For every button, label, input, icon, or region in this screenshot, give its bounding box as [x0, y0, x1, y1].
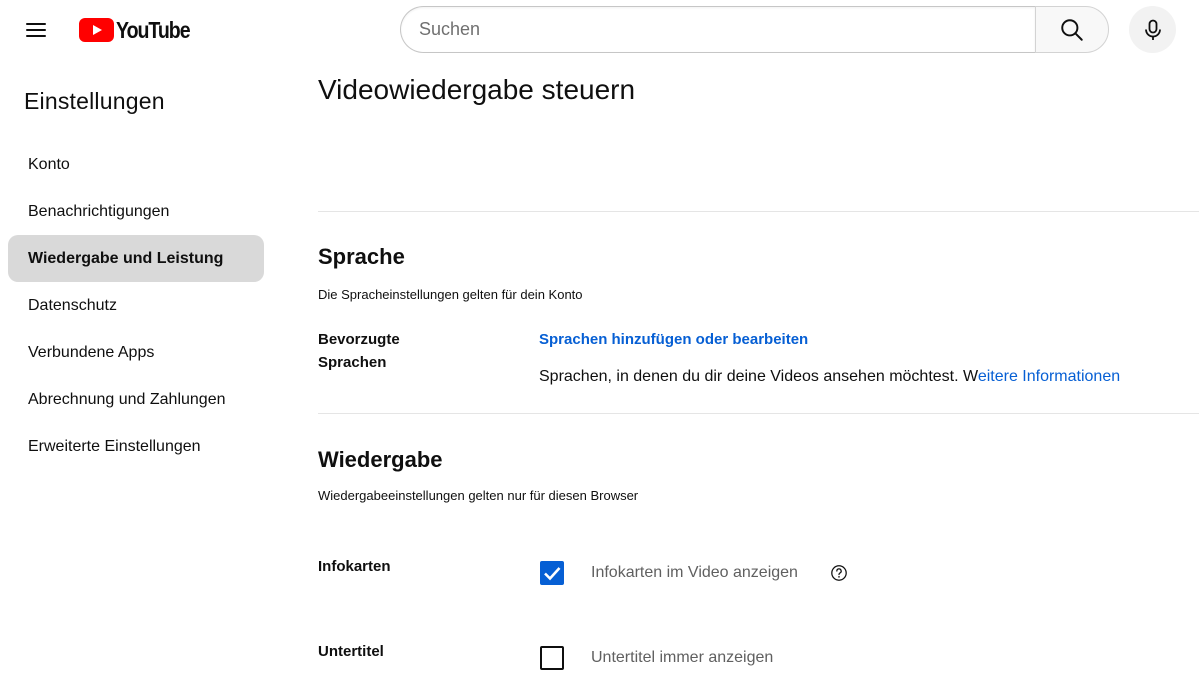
section-description-playback: Wiedergabeeinstellungen gelten nur für d… [318, 488, 639, 503]
label-line: Sprachen [318, 354, 387, 371]
sidebar-item-konto[interactable]: Konto [8, 141, 264, 188]
sidebar-item-wiedergabe[interactable]: Wiedergabe und Leistung [8, 235, 264, 282]
preferred-languages-label: Bevorzugte Sprachen [318, 328, 400, 374]
languages-description: Sprachen, in denen du dir deine Videos a… [539, 368, 1120, 386]
infocards-label: Infokarten [318, 558, 391, 575]
divider [318, 211, 1199, 212]
infocards-checkbox-label: Infokarten im Video anzeigen [591, 564, 798, 581]
sidebar-title: Einstellungen [24, 88, 165, 114]
search-input[interactable] [400, 6, 1035, 53]
menu-icon[interactable] [16, 10, 56, 50]
settings-sidebar: Konto Benachrichtigungen Wiedergabe und … [8, 141, 264, 470]
voice-search-button[interactable] [1129, 6, 1176, 53]
sidebar-item-verbundene-apps[interactable]: Verbundene Apps [8, 329, 264, 376]
section-title-language: Sprache [318, 244, 405, 269]
subtitles-checkbox[interactable] [540, 646, 564, 670]
logo-text: YouTube [116, 16, 191, 43]
search-bar [400, 6, 1109, 53]
youtube-logo[interactable]: YouTube [79, 17, 203, 43]
label-line: Bevorzugte [318, 331, 400, 348]
section-description-language: Die Spracheinstellungen gelten für dein … [318, 287, 583, 302]
subtitles-label: Untertitel [318, 643, 384, 660]
sidebar-item-abrechnung[interactable]: Abrechnung und Zahlungen [8, 376, 264, 423]
divider [318, 413, 1199, 414]
subtitles-checkbox-label: Untertitel immer anzeigen [591, 649, 774, 666]
page-title: Videowiedergabe steuern [318, 74, 636, 105]
microphone-icon [1144, 19, 1161, 40]
search-button[interactable] [1035, 6, 1109, 53]
sidebar-item-erweitert[interactable]: Erweiterte Einstellungen [8, 423, 264, 470]
section-title-playback: Wiedergabe [318, 447, 443, 472]
add-edit-languages-link[interactable]: Sprachen hinzufügen oder bearbeiten [539, 331, 808, 348]
sidebar-item-datenschutz[interactable]: Datenschutz [8, 282, 264, 329]
top-bar: YouTube [0, 0, 1199, 60]
help-icon[interactable] [830, 564, 848, 582]
youtube-logo-icon [79, 18, 114, 42]
checkmark-icon [544, 567, 561, 581]
search-icon [1061, 18, 1083, 41]
sidebar-item-benachrichtigungen[interactable]: Benachrichtigungen [8, 188, 264, 235]
more-info-link[interactable]: eitere Informationen [978, 368, 1120, 385]
languages-description-text: Sprachen, in denen du dir deine Videos a… [539, 368, 978, 385]
infocards-checkbox[interactable] [540, 561, 564, 585]
